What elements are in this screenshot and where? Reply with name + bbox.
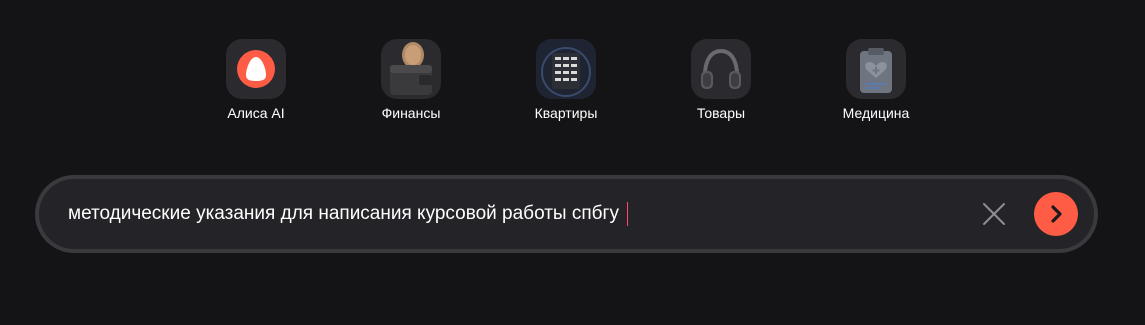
service-apartments[interactable]: Квартиры [506, 39, 626, 121]
service-label-medicine: Медицина [842, 105, 910, 121]
service-finance[interactable]: Финансы [351, 39, 471, 121]
page: Алиса AI Финансы Квартиры Товары Медицин… [0, 0, 1145, 325]
search-input-value: методические указания для написания курс… [68, 203, 619, 224]
alice-icon [237, 50, 275, 88]
service-tile[interactable] [226, 39, 286, 99]
text-caret [626, 202, 628, 226]
service-tile[interactable] [381, 39, 441, 99]
search-field-container[interactable]: методические указания для написания курс… [39, 179, 1094, 249]
service-tile[interactable] [691, 39, 751, 99]
service-label-apartments: Квартиры [534, 105, 598, 121]
service-label-goods: Товары [696, 105, 746, 121]
services-row: Алиса AI Финансы Квартиры Товары Медицин… [0, 39, 1145, 129]
service-tile[interactable] [536, 39, 596, 99]
service-medicine[interactable]: Медицина [816, 39, 936, 121]
service-tile[interactable] [846, 39, 906, 99]
service-goods[interactable]: Товары [661, 39, 781, 121]
clear-search-button[interactable] [980, 200, 1008, 228]
building-icon [536, 39, 596, 99]
service-label-finance: Финансы [381, 105, 441, 121]
wallet-coin-icon [390, 42, 432, 95]
search-submit-button[interactable] [1034, 192, 1078, 236]
arrow-right-icon [1051, 205, 1062, 223]
close-icon [983, 203, 1005, 225]
medical-clipboard-icon [860, 48, 892, 93]
search-input[interactable]: методические указания для написания курс… [68, 179, 628, 249]
headphones-icon [701, 48, 741, 89]
service-label-alice: Алиса AI [227, 105, 285, 121]
service-alice[interactable]: Алиса AI [196, 39, 316, 121]
search-bar: методические указания для написания курс… [35, 175, 1098, 253]
